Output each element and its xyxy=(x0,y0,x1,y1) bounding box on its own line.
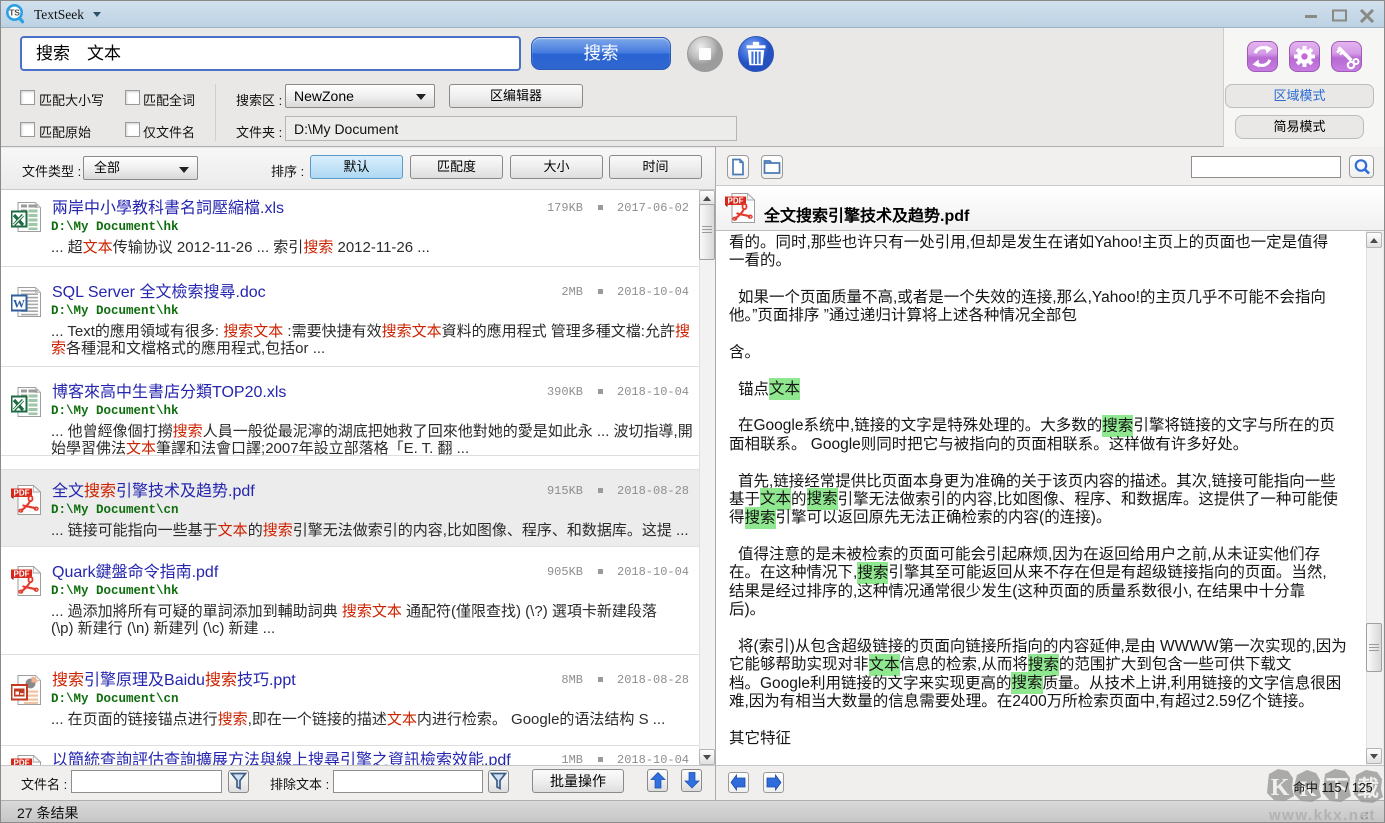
svg-text:PDF: PDF xyxy=(728,196,744,205)
svg-text:TS: TS xyxy=(9,8,20,18)
svg-text:K: K xyxy=(1271,775,1290,801)
